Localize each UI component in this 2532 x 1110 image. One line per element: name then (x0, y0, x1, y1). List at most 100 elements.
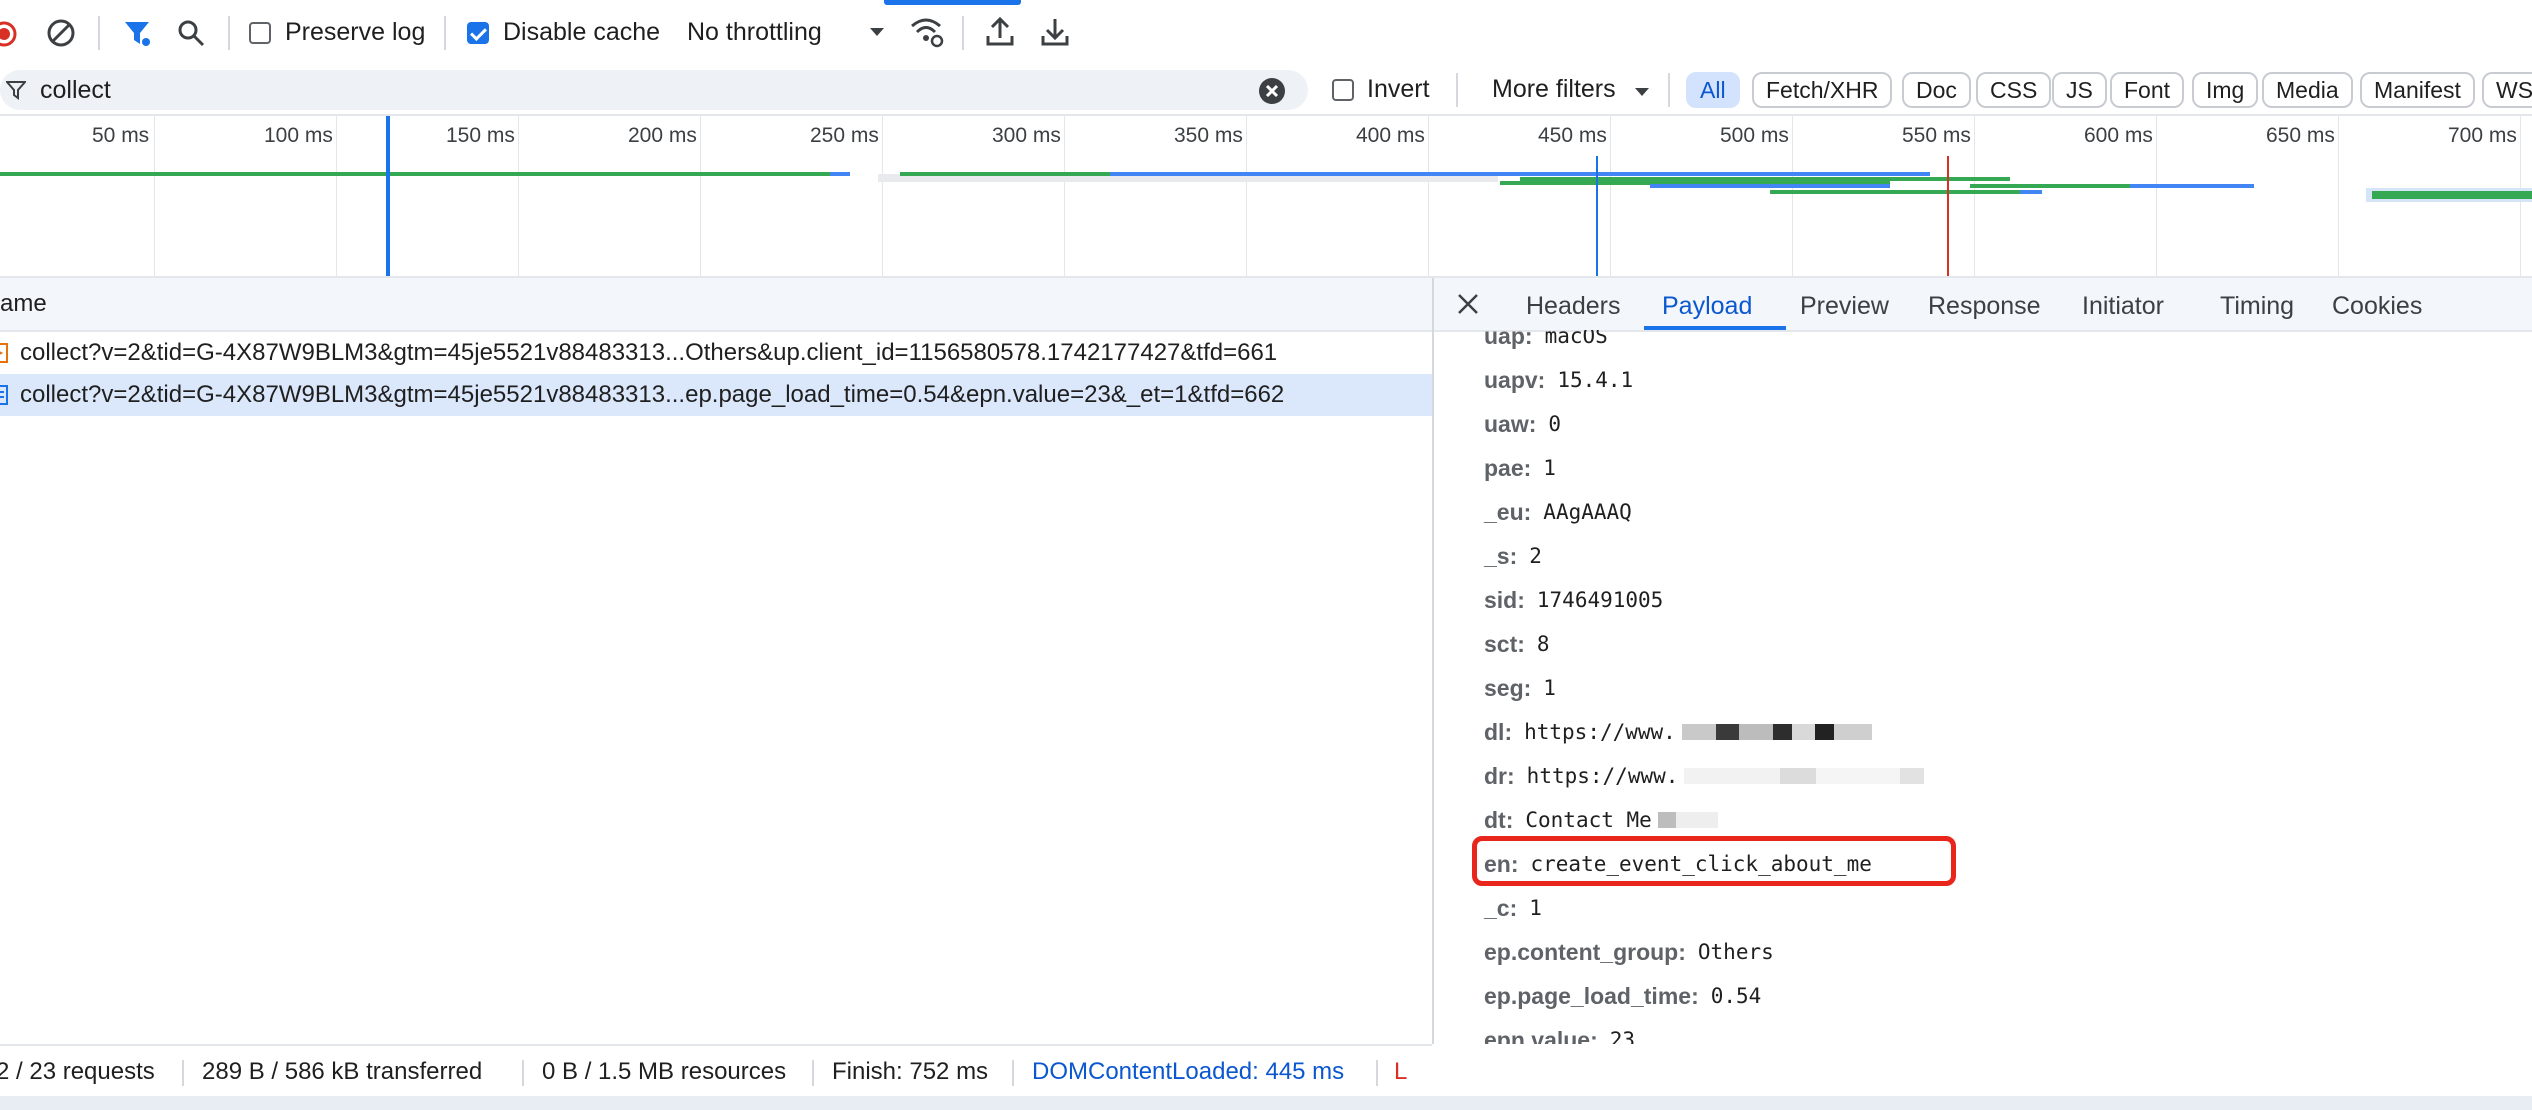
type-filter-manifest[interactable]: Manifest (2360, 72, 2475, 108)
filter-icon[interactable] (122, 18, 152, 48)
tab-headers[interactable]: Headers (1526, 292, 1621, 321)
network-overview-timeline[interactable]: 50 ms 100 ms 150 ms 200 ms 250 ms 300 ms… (0, 116, 2532, 278)
payload-value[interactable]: 1 (1529, 896, 1542, 920)
payload-value[interactable]: https://www. (1524, 720, 1676, 744)
timeline-bar (830, 172, 850, 176)
timeline-bar (1110, 172, 1930, 176)
toolbar-divider (98, 16, 100, 50)
timeline-bar (2020, 190, 2042, 194)
payload-row: sct: 8 (1484, 624, 1550, 664)
payload-value[interactable]: 15.4.1 (1557, 368, 1633, 392)
payload-value[interactable]: 0 (1548, 412, 1561, 436)
network-conditions-icon[interactable] (910, 16, 944, 48)
timeline-tick: 700 ms (2448, 124, 2517, 147)
filter-input[interactable]: collect (0, 70, 1308, 110)
clear-icon[interactable] (46, 18, 76, 48)
payload-row-highlighted: en: create_event_click_about_me (1484, 844, 1872, 884)
toolbar-divider (228, 16, 230, 50)
type-filter-css[interactable]: CSS (1976, 72, 2052, 108)
tab-payload[interactable]: Payload (1662, 292, 1752, 321)
window-bottom-edge (0, 1096, 2532, 1110)
timeline-tick: 100 ms (264, 124, 333, 147)
timeline-tick: 200 ms (628, 124, 697, 147)
more-filters-dropdown[interactable]: More filters (1492, 75, 1616, 104)
payload-value[interactable]: macOS (1545, 330, 1608, 348)
close-icon[interactable] (1456, 292, 1480, 316)
timeline-playhead[interactable] (386, 116, 390, 276)
payload-value[interactable]: 0.54 (1711, 984, 1762, 1008)
payload-value[interactable]: 23 (1610, 1028, 1635, 1044)
timeline-tick: 150 ms (446, 124, 515, 147)
payload-row: uaw: 0 (1484, 404, 1561, 444)
tab-initiator[interactable]: Initiator (2082, 292, 2164, 321)
request-name: collect?v=2&tid=G-4X87W9BLM3&gtm=45je552… (20, 381, 1285, 408)
clear-filter-icon[interactable] (1258, 77, 1286, 105)
name-column-header-label: ame (0, 290, 47, 317)
payload-value[interactable]: Contact Me (1525, 808, 1651, 832)
payload-key: pae: (1484, 454, 1532, 481)
search-icon[interactable] (176, 18, 206, 48)
filter-funnel-icon (6, 80, 26, 100)
payload-value[interactable]: https://www. (1527, 764, 1679, 788)
tab-preview[interactable]: Preview (1800, 292, 1889, 321)
type-filter-fetch-xhr[interactable]: Fetch/XHR (1752, 72, 1893, 108)
table-row[interactable]: collect?v=2&tid=G-4X87W9BLM3&gtm=45je552… (0, 374, 1432, 416)
type-filter-all[interactable]: All (1686, 72, 1740, 108)
type-filter-js[interactable]: JS (2052, 72, 2107, 108)
type-filter-media[interactable]: Media (2262, 72, 2353, 108)
timeline-tick: 400 ms (1356, 124, 1425, 147)
filter-bar: collect Invert More filters All Fetch/XH… (0, 66, 2532, 116)
xhr-request-icon (0, 343, 8, 363)
type-filter-doc[interactable]: Doc (1902, 72, 1971, 108)
payload-value[interactable]: create_event_click_about_me (1531, 852, 1872, 876)
payload-value[interactable]: 1 (1543, 676, 1556, 700)
payload-value[interactable]: AAgAAAQ (1543, 500, 1632, 524)
payload-row: uap: macOS (1484, 330, 1608, 356)
type-filter-font[interactable]: Font (2110, 72, 2185, 108)
disable-cache-label[interactable]: Disable cache (503, 18, 660, 47)
payload-key: sct: (1484, 630, 1525, 657)
network-toolbar: Preserve log Disable cache No throttling (0, 0, 2532, 68)
network-status-bar: 2 / 23 requests 289 B / 586 kB transferr… (0, 1044, 1432, 1098)
filter-text[interactable]: collect (40, 76, 111, 105)
payload-value[interactable]: Others (1698, 940, 1774, 964)
invert-label[interactable]: Invert (1367, 75, 1430, 104)
throttling-select[interactable]: No throttling (687, 18, 822, 47)
payload-row: uapv: 15.4.1 (1484, 360, 1633, 400)
timeline-bar (2372, 191, 2532, 199)
preserve-log-label[interactable]: Preserve log (285, 18, 425, 47)
payload-value[interactable]: 1746491005 (1537, 588, 1663, 612)
payload-key: sid: (1484, 586, 1525, 613)
disable-cache-checkbox[interactable] (467, 22, 489, 44)
payload-key: dr: (1484, 762, 1515, 789)
active-panel-indicator (884, 0, 1021, 5)
tab-cookies[interactable]: Cookies (2332, 292, 2422, 321)
record-icon[interactable] (0, 20, 18, 48)
chevron-down-icon[interactable] (1633, 86, 1651, 98)
filter-divider (1456, 73, 1458, 107)
payload-value[interactable]: 1 (1543, 456, 1556, 480)
table-row[interactable]: collect?v=2&tid=G-4X87W9BLM3&gtm=45je552… (0, 332, 1432, 374)
payload-value[interactable]: 8 (1537, 632, 1550, 656)
timeline-tick: 650 ms (2266, 124, 2335, 147)
import-icon[interactable] (985, 16, 1015, 48)
payload-parameter-list: uap: macOS uapv: 15.4.1 uaw: 0 pae: 1 _eu: AA… (1434, 330, 2532, 1044)
payload-key: _eu: (1484, 498, 1532, 525)
invert-checkbox[interactable] (1332, 79, 1354, 101)
timeline-bar (0, 172, 830, 176)
payload-key: ep.page_load_time: (1484, 982, 1699, 1009)
tab-response[interactable]: Response (1928, 292, 2041, 321)
type-filter-img[interactable]: Img (2192, 72, 2259, 108)
request-details-panel: Headers Payload Preview Response Initiat… (1434, 278, 2532, 1044)
type-filter-ws[interactable]: WS (2482, 72, 2532, 108)
export-icon[interactable] (1040, 16, 1070, 48)
preserve-log-checkbox[interactable] (249, 22, 271, 44)
chevron-down-icon[interactable] (868, 26, 886, 38)
tab-timing[interactable]: Timing (2220, 292, 2294, 321)
domcontentloaded-marker (1596, 156, 1598, 276)
timeline-bar (1970, 184, 2130, 188)
payload-row: seg: 1 (1484, 668, 1556, 708)
timeline-bar (1770, 190, 2020, 194)
payload-value[interactable]: 2 (1529, 544, 1542, 568)
name-column-header[interactable]: ame (0, 278, 1432, 332)
